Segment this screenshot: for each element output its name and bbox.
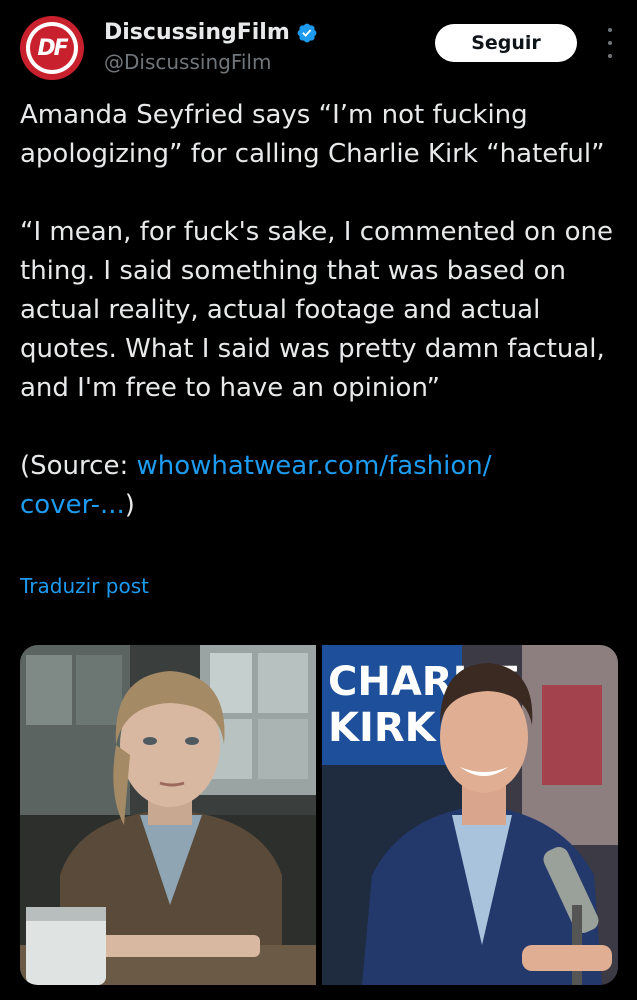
account-names[interactable]: DiscussingFilm @DiscussingFilm: [104, 20, 318, 76]
avatar-logo-text: DF: [37, 35, 68, 61]
display-name[interactable]: DiscussingFilm: [104, 20, 290, 46]
dot: [608, 54, 612, 58]
tweet-text-body: Amanda Seyfried says “I’m not fucking ap…: [20, 100, 614, 481]
tweet-header: DF DiscussingFilm @DiscussingFilm Seguir: [20, 16, 617, 80]
photo-left-illustration: [20, 645, 316, 985]
follow-button[interactable]: Seguir: [435, 24, 577, 62]
tweet-text-closing: ): [124, 490, 135, 520]
verified-badge-icon: [297, 23, 317, 43]
dot: [608, 41, 612, 45]
media-grid: CHARLIE KIRK: [20, 645, 618, 985]
photo-amanda-seyfried[interactable]: [20, 645, 316, 985]
tweet-text: Amanda Seyfried says “I’m not fucking ap…: [20, 96, 620, 525]
translate-post-link[interactable]: Traduzir post: [20, 574, 149, 598]
more-vertical-icon[interactable]: [603, 28, 617, 58]
avatar[interactable]: DF: [20, 16, 84, 80]
dot: [608, 28, 612, 32]
photo-charlie-kirk[interactable]: CHARLIE KIRK: [322, 645, 618, 985]
sign-line-2: KIRK: [328, 705, 438, 751]
photo-right-illustration: CHARLIE KIRK: [322, 645, 618, 985]
handle[interactable]: @DiscussingFilm: [104, 48, 318, 76]
display-name-row: DiscussingFilm: [104, 20, 318, 46]
avatar-logo: DF: [30, 26, 74, 70]
avatar-ring: DF: [26, 22, 78, 74]
